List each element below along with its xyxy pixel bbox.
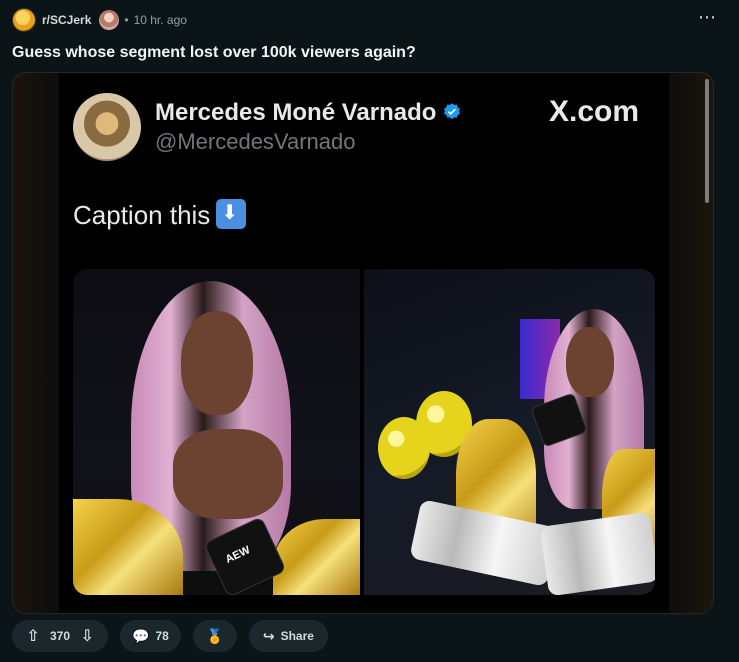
comments-button[interactable]: 💬 78 [120,620,181,652]
down-arrow-emoji-icon [216,199,247,229]
neck-shape [173,429,283,519]
award-button[interactable]: 🏅 [192,620,237,652]
post-header: r/SCJerk • 10 hr. ago [12,8,187,32]
subreddit-avatar[interactable] [12,8,36,32]
x-logo: X.com [548,95,639,128]
embedded-tweet: Mercedes Moné Varnado @MercedesVarnado X… [59,73,709,613]
share-label: Share [280,629,314,643]
award-icon: 🏅 [206,627,224,644]
downvote-icon[interactable]: ⇩ [74,623,100,649]
share-icon: ↪ [262,627,275,644]
balloon-shape [378,417,430,479]
tweet-caption-row: Caption this [73,199,247,231]
post-title[interactable]: Guess whose segment lost over 100k viewe… [12,44,416,62]
tweet-author-avatar [73,93,141,161]
post-time: 10 hr. ago [133,13,187,27]
post-media[interactable]: Mercedes Moné Varnado @MercedesVarnado X… [12,72,714,614]
tweet-photo-right [364,269,655,595]
vote-control: ⇧ 370 ⇩ [12,620,109,652]
tweet-photo-left: AEW [73,269,360,595]
separator-dot: • [124,13,129,27]
tweet-author-handle: @MercedesVarnado [155,129,356,154]
championship-belt [539,511,655,595]
more-options-icon[interactable]: ⋯ [698,8,717,26]
subreddit-name[interactable]: r/SCJerk [42,13,91,27]
championship-belt [409,499,559,587]
post-actions-bar: ⇧ 370 ⇩ 💬 78 🏅 ↪ Share [12,620,328,652]
tweet-author-name: Mercedes Moné Varnado [155,99,437,126]
verified-badge-icon [444,103,461,120]
tweet-caption: Caption this [73,200,211,230]
comment-icon: 💬 [132,627,150,644]
vote-score: 370 [50,629,71,643]
share-button[interactable]: ↪ Share [248,620,328,652]
media-scrollbar[interactable] [705,79,709,203]
face-shape [566,327,614,397]
face-shape [181,311,253,415]
user-avatar[interactable] [99,10,120,30]
tweet-author-name-row: Mercedes Moné Varnado [155,99,462,127]
upvote-icon[interactable]: ⇧ [20,623,46,649]
comment-count: 78 [155,629,169,643]
gold-robe-right [273,519,360,595]
